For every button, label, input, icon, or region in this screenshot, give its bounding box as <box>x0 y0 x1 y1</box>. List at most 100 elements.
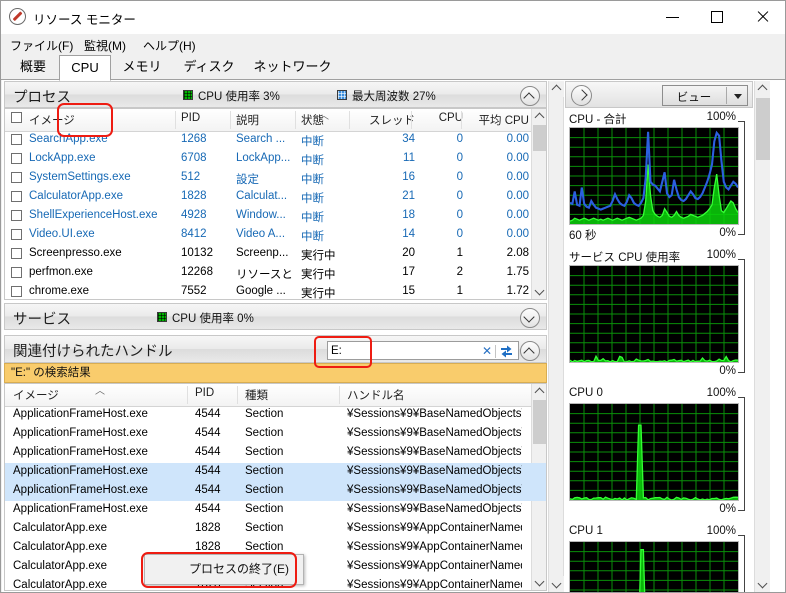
graphs-pane-scrollbar[interactable] <box>754 81 770 592</box>
cell-avgcpu: 0.00 <box>506 228 529 240</box>
row-checkbox[interactable] <box>11 172 22 183</box>
scroll-down-icon[interactable] <box>755 576 770 592</box>
processes-section-header[interactable]: プロセス CPU 使用率 3% 最大周波数 27% <box>4 81 547 108</box>
close-button[interactable] <box>740 1 785 32</box>
row-checkbox[interactable] <box>11 191 22 202</box>
refresh-search-icon[interactable] <box>499 344 515 358</box>
cell-pid: 1268 <box>181 133 207 145</box>
tab-strip: 概要 CPU メモリ ディスク ネットワーク <box>1 53 785 137</box>
table-row[interactable]: perfmon.exe 12268 リソースと... 実行中 17 2 1.75 <box>5 264 546 283</box>
table-row[interactable]: Screenpresso.exe 10132 Screenp... 実行中 20 1 2.0… <box>5 245 546 264</box>
context-menu-item-end-process[interactable]: プロセスの終了(E) <box>147 557 289 581</box>
scroll-up-icon[interactable] <box>532 384 546 399</box>
row-checkbox[interactable] <box>11 229 22 240</box>
column-divider[interactable] <box>349 111 350 129</box>
cpu-usage-swatch <box>183 90 193 100</box>
row-checkbox[interactable] <box>11 286 22 297</box>
table-row[interactable]: LockApp.exe 6708 LockApp... 中断 11 0 0.00 <box>5 150 546 169</box>
chevron-down-icon[interactable] <box>734 94 742 99</box>
row-checkbox[interactable] <box>11 153 22 164</box>
table-row[interactable]: ApplicationFrameHost.exe 4544 Section ¥Sess… <box>5 501 546 520</box>
cell-type: Section <box>245 541 284 553</box>
table-row[interactable]: CalculatorApp.exe 1828 Calculat... 中断 21 0 0.0… <box>5 188 546 207</box>
max-frequency-swatch <box>337 90 347 100</box>
column-divider[interactable] <box>175 111 176 129</box>
tab-disk[interactable]: ディスク <box>173 55 245 79</box>
table-row[interactable]: SystemSettings.exe 512 設定 中断 16 0 0.00 <box>5 169 546 188</box>
handle-search-input[interactable] <box>331 343 481 358</box>
column-divider[interactable] <box>187 386 188 404</box>
scroll-up-icon[interactable] <box>755 81 770 97</box>
column-header-avgcpu[interactable]: 平均 CPU <box>467 112 529 128</box>
column-divider[interactable] <box>411 111 412 129</box>
services-expand-icon[interactable] <box>520 308 540 328</box>
minimize-button[interactable] <box>650 1 695 32</box>
cell-image: LockApp.exe <box>29 152 96 164</box>
table-row[interactable]: ApplicationFrameHost.exe 4544 Section ¥Sess… <box>5 482 546 501</box>
table-row[interactable]: chrome.exe 7552 Google ... 実行中 15 1 1.72 <box>5 283 546 299</box>
tab-network[interactable]: ネットワーク <box>245 55 340 79</box>
column-divider[interactable] <box>295 111 296 129</box>
column-header-pid[interactable]: PID <box>195 387 214 399</box>
cell-image: ApplicationFrameHost.exe <box>13 408 148 420</box>
cell-handle: ¥Sessions¥9¥BaseNamedObjects¥... <box>347 465 522 477</box>
table-row[interactable]: ApplicationFrameHost.exe 4544 Section ¥Sess… <box>5 425 546 444</box>
chevron-right-circle-icon[interactable] <box>571 85 592 106</box>
column-divider[interactable] <box>339 386 340 404</box>
column-header-desc[interactable]: 説明 <box>236 112 292 128</box>
table-row[interactable]: ShellExperienceHost.exe 4928 Window... 中断 18… <box>5 207 546 226</box>
clear-x-icon[interactable]: ✕ <box>482 344 492 358</box>
cell-pid: 1828 <box>195 522 221 534</box>
processes-collapse-icon[interactable] <box>520 86 540 106</box>
cell-handle: ¥Sessions¥9¥BaseNamedObjects¥... <box>347 484 522 496</box>
cell-image: Video.UI.exe <box>29 228 95 240</box>
column-header-image[interactable]: イメージ <box>13 387 59 403</box>
cell-avgcpu: 0.00 <box>506 190 529 202</box>
view-button[interactable]: ビュー <box>662 85 748 106</box>
column-header-handle[interactable]: ハンドル名 <box>347 387 405 403</box>
table-row[interactable]: ApplicationFrameHost.exe 4544 Section ¥Sess… <box>5 444 546 463</box>
cell-handle: ¥Sessions¥9¥BaseNamedObjects¥... <box>347 446 522 458</box>
handles-collapse-icon[interactable] <box>520 341 540 361</box>
row-checkbox[interactable] <box>11 267 22 278</box>
handle-search-box[interactable]: ✕ <box>327 341 519 360</box>
column-header-type[interactable]: 種類 <box>245 387 268 403</box>
scroll-thumb[interactable] <box>756 98 770 160</box>
table-row[interactable]: CalculatorApp.exe 1828 Section ¥Sessions¥9¥… <box>5 520 546 539</box>
cell-pid: 6708 <box>181 152 207 164</box>
row-checkbox[interactable] <box>11 248 22 259</box>
column-divider[interactable] <box>461 111 462 129</box>
cell-status: 実行中 <box>301 250 336 262</box>
scroll-down-icon[interactable] <box>549 576 564 592</box>
graph-block-3: CPU 1100%0% <box>565 525 753 592</box>
scroll-up-icon[interactable] <box>549 81 564 97</box>
maximize-button[interactable] <box>695 1 740 32</box>
column-header-image[interactable]: イメージ <box>29 112 169 128</box>
graph-min-label: 0% <box>719 227 736 239</box>
table-row[interactable]: ApplicationFrameHost.exe 4544 Section ¥Sess… <box>5 406 546 425</box>
handles-section-header[interactable]: 関連付けられたハンドル ✕ <box>4 335 547 363</box>
tab-cpu[interactable]: CPU <box>59 55 111 81</box>
row-checkbox[interactable] <box>11 134 22 145</box>
table-row[interactable]: Video.UI.exe 8412 Video A... 中断 14 0 0.00 <box>5 226 546 245</box>
left-pane-scrollbar[interactable] <box>548 81 564 592</box>
process-context-menu: プロセスの終了(E) <box>144 554 304 585</box>
column-header-pid[interactable]: PID <box>181 112 225 124</box>
graph-range-bracket <box>738 259 745 373</box>
column-header-threads[interactable]: スレッド <box>355 112 415 128</box>
services-section-header[interactable]: サービス CPU 使用率 0% <box>4 303 547 330</box>
table-row[interactable]: ApplicationFrameHost.exe 4544 Section ¥Sess… <box>5 463 546 482</box>
column-header-cpu[interactable]: CPU <box>417 112 463 124</box>
tab-overview[interactable]: 概要 <box>7 55 59 79</box>
cell-cpu: 2 <box>456 266 463 278</box>
cell-pid: 8412 <box>181 228 207 240</box>
column-divider[interactable] <box>230 111 231 129</box>
column-divider[interactable] <box>237 386 238 404</box>
cell-avgcpu: 2.08 <box>506 247 529 259</box>
tab-memory[interactable]: メモリ <box>111 55 173 79</box>
cell-cpu: 0 <box>456 190 463 202</box>
table-row[interactable]: SearchApp.exe 1268 Search ... 中断 34 0 0.00 <box>5 131 546 150</box>
select-all-checkbox[interactable] <box>11 112 22 123</box>
row-checkbox[interactable] <box>11 210 22 221</box>
scroll-up-icon[interactable] <box>532 109 546 124</box>
